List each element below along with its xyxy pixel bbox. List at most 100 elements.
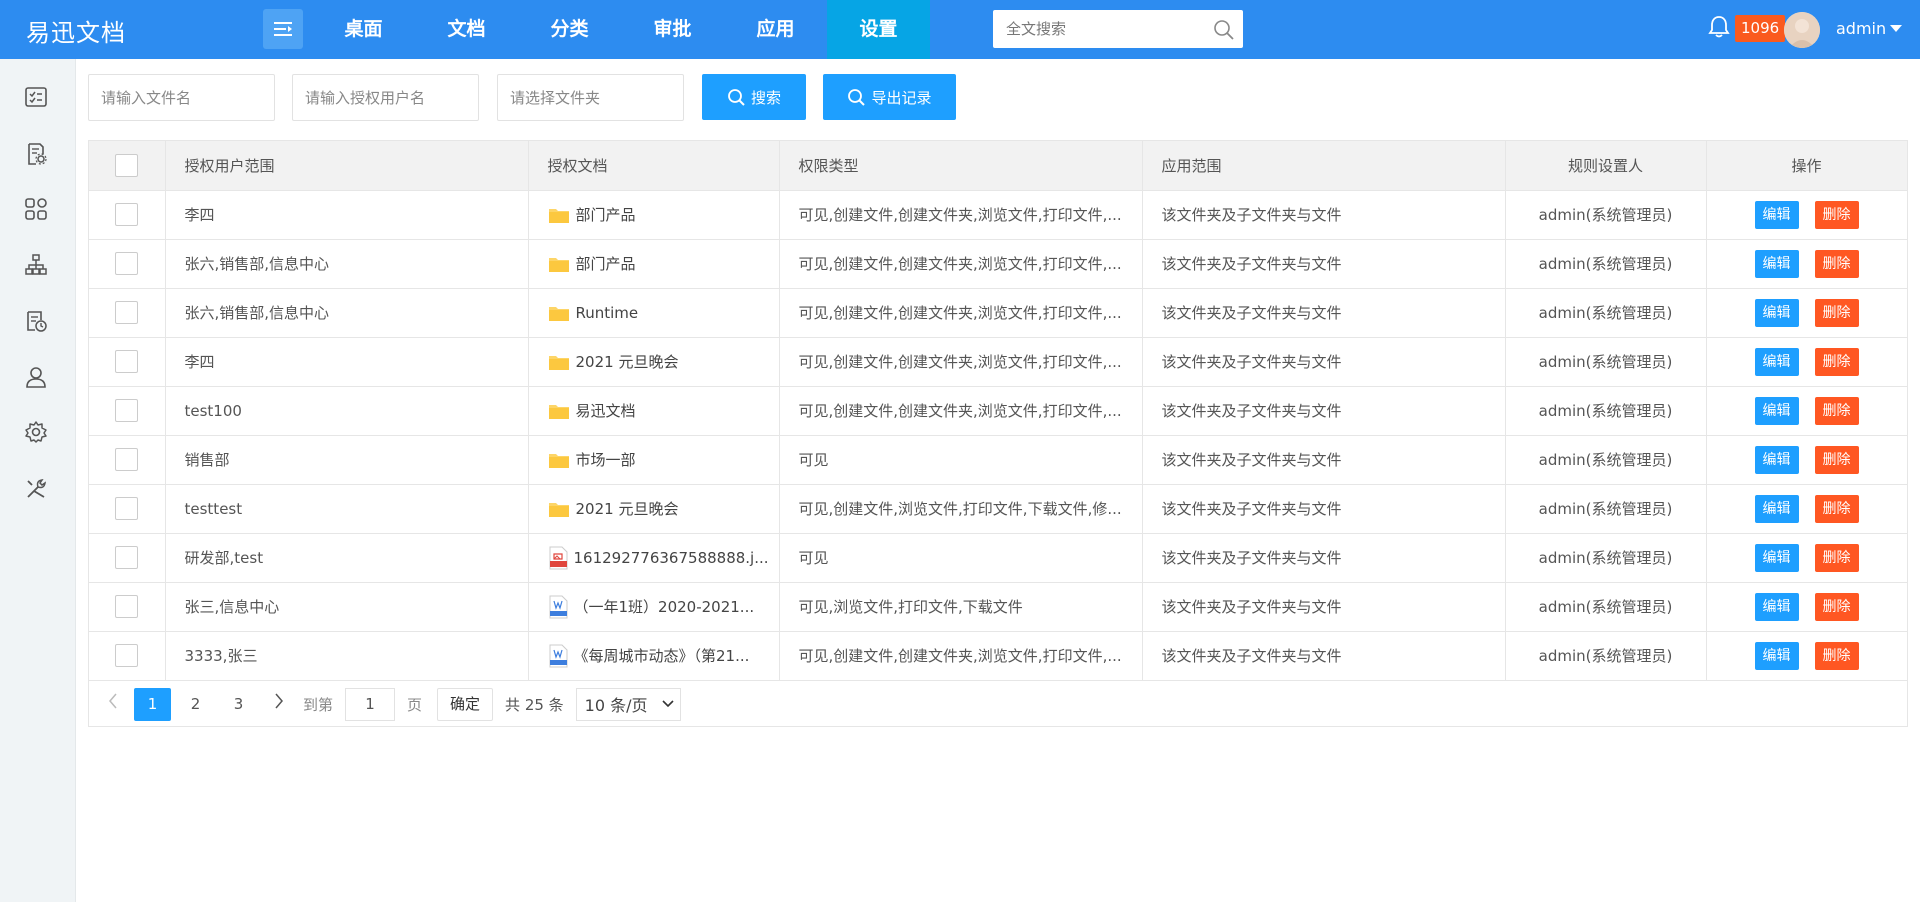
edit-button[interactable]: 编辑 [1754,543,1799,572]
edit-button[interactable]: 编辑 [1754,200,1799,229]
list-check-icon [25,87,47,107]
sidebar-item-users[interactable] [24,365,50,391]
sidebar-item-schedule[interactable] [24,309,50,335]
avatar[interactable] [1784,12,1820,48]
edit-button[interactable]: 编辑 [1754,298,1799,327]
search-icon[interactable] [1213,19,1235,41]
column-header-setter[interactable]: 规则设置人 [1505,141,1707,191]
column-header-users[interactable]: 授权用户范围 [165,141,529,191]
delete-button[interactable]: 删除 [1814,298,1859,327]
row-checkbox[interactable] [115,399,139,422]
delete-button[interactable]: 删除 [1814,249,1859,278]
app-logo[interactable]: 易迅文档 [26,13,126,48]
edit-button[interactable]: 编辑 [1754,249,1799,278]
doc-name[interactable]: 部门产品 [576,253,636,274]
menu-toggle-button[interactable] [263,9,303,49]
delete-button[interactable]: 删除 [1814,641,1859,670]
column-header-doc[interactable]: 授权文档 [528,141,780,191]
page-button-3[interactable]: 3 [220,688,257,721]
chevron-down-icon[interactable] [1890,25,1902,33]
nav-tab-1[interactable]: 文档 [415,0,518,59]
sidebar [0,59,76,902]
delete-button[interactable]: 删除 [1814,494,1859,523]
prev-page-button[interactable] [94,688,131,721]
row-checkbox[interactable] [115,252,139,275]
doc-cell: 2021 元旦晚会 [528,337,780,387]
folder-select[interactable] [497,74,684,121]
delete-button[interactable]: 删除 [1814,445,1859,474]
delete-button[interactable]: 删除 [1814,200,1859,229]
sidebar-item-list[interactable] [24,85,50,111]
goto-confirm-button[interactable]: 确定 [437,687,494,721]
column-header-scope[interactable]: 应用范围 [1142,141,1506,191]
user-name[interactable]: admin [1836,19,1886,38]
edit-button[interactable]: 编辑 [1754,494,1799,523]
goto-page-input[interactable] [345,687,396,721]
search-icon [848,89,866,106]
doc-name[interactable]: 161292776367588888.j... [574,549,769,567]
row-checkbox[interactable] [115,546,139,569]
nav-tab-2[interactable]: 分类 [518,0,621,59]
doc-name[interactable]: Runtime [576,304,639,322]
scope-cell: 该文件夹及子文件夹与文件 [1142,190,1506,240]
sidebar-item-settings[interactable] [24,420,50,446]
table-row: 张六,销售部,信息中心 Runtime 可见,创建文件,创建文件夹,浏览文件,打印文… [89,288,1908,338]
search-button[interactable]: 搜索 [702,74,806,120]
doc-name[interactable]: 易迅文档 [576,400,636,421]
column-header-perm[interactable]: 权限类型 [779,141,1143,191]
nav-tab-4[interactable]: 应用 [724,0,827,59]
sidebar-item-tools[interactable] [24,477,50,503]
users-cell: 张六,销售部,信息中心 [165,288,529,338]
edit-button[interactable]: 编辑 [1754,396,1799,425]
setter-cell: admin(系统管理员) [1505,337,1707,387]
doc-cell: 部门产品 [528,239,780,289]
sidebar-item-apps[interactable] [24,197,50,223]
row-checkbox[interactable] [115,595,139,618]
scope-cell: 该文件夹及子文件夹与文件 [1142,631,1506,681]
sidebar-item-doc-settings[interactable] [24,142,50,168]
sidebar-item-org[interactable] [24,253,50,279]
row-checkbox[interactable] [115,448,139,471]
doc-name[interactable]: 《每周城市动态》（第21... [574,645,750,666]
row-checkbox[interactable] [115,350,139,373]
column-header-actions: 操作 [1706,141,1908,191]
doc-name[interactable]: 部门产品 [576,204,636,225]
table-row: 李四 部门产品 可见,创建文件,创建文件夹,浏览文件,打印文件,... 该文件夹及子文… [89,190,1908,240]
file-name-input[interactable] [88,74,275,121]
notification-badge[interactable]: 1096 [1735,15,1786,42]
next-page-button[interactable] [260,688,297,721]
delete-button[interactable]: 删除 [1814,543,1859,572]
row-checkbox[interactable] [115,301,139,324]
page-button-1[interactable]: 1 [134,687,171,721]
row-select-cell [89,582,166,632]
select-all-checkbox[interactable] [115,153,139,177]
nav-tab-5[interactable]: 设置 [827,0,930,59]
document-settings-icon [28,143,47,165]
row-checkbox[interactable] [115,497,139,520]
global-search-input[interactable] [993,10,1203,48]
edit-button[interactable]: 编辑 [1754,445,1799,474]
bell-icon[interactable] [1708,15,1730,39]
row-checkbox[interactable] [115,203,139,226]
delete-button[interactable]: 删除 [1814,592,1859,621]
folder-icon [548,208,569,223]
nav-tab-3[interactable]: 审批 [621,0,724,59]
doc-name[interactable]: 2021 元旦晚会 [576,498,679,519]
delete-button[interactable]: 删除 [1814,347,1859,376]
edit-button[interactable]: 编辑 [1754,592,1799,621]
delete-button[interactable]: 删除 [1814,396,1859,425]
actions-cell: 编辑 删除 [1706,484,1908,534]
doc-name[interactable]: （一年1班）2020-2021... [574,596,755,617]
row-checkbox[interactable] [115,644,139,667]
nav-tab-0[interactable]: 桌面 [312,0,415,59]
export-button[interactable]: 导出记录 [823,74,956,120]
auth-user-input[interactable] [292,74,479,121]
page-button-2[interactable]: 2 [177,688,214,721]
doc-cell: 《每周城市动态》（第21... [528,631,780,681]
page-size-select[interactable]: 10 条/页 [575,687,681,721]
row-select-cell [89,533,166,583]
doc-name[interactable]: 2021 元旦晚会 [576,351,679,372]
edit-button[interactable]: 编辑 [1754,347,1799,376]
edit-button[interactable]: 编辑 [1754,641,1799,670]
doc-name[interactable]: 市场一部 [576,449,636,470]
